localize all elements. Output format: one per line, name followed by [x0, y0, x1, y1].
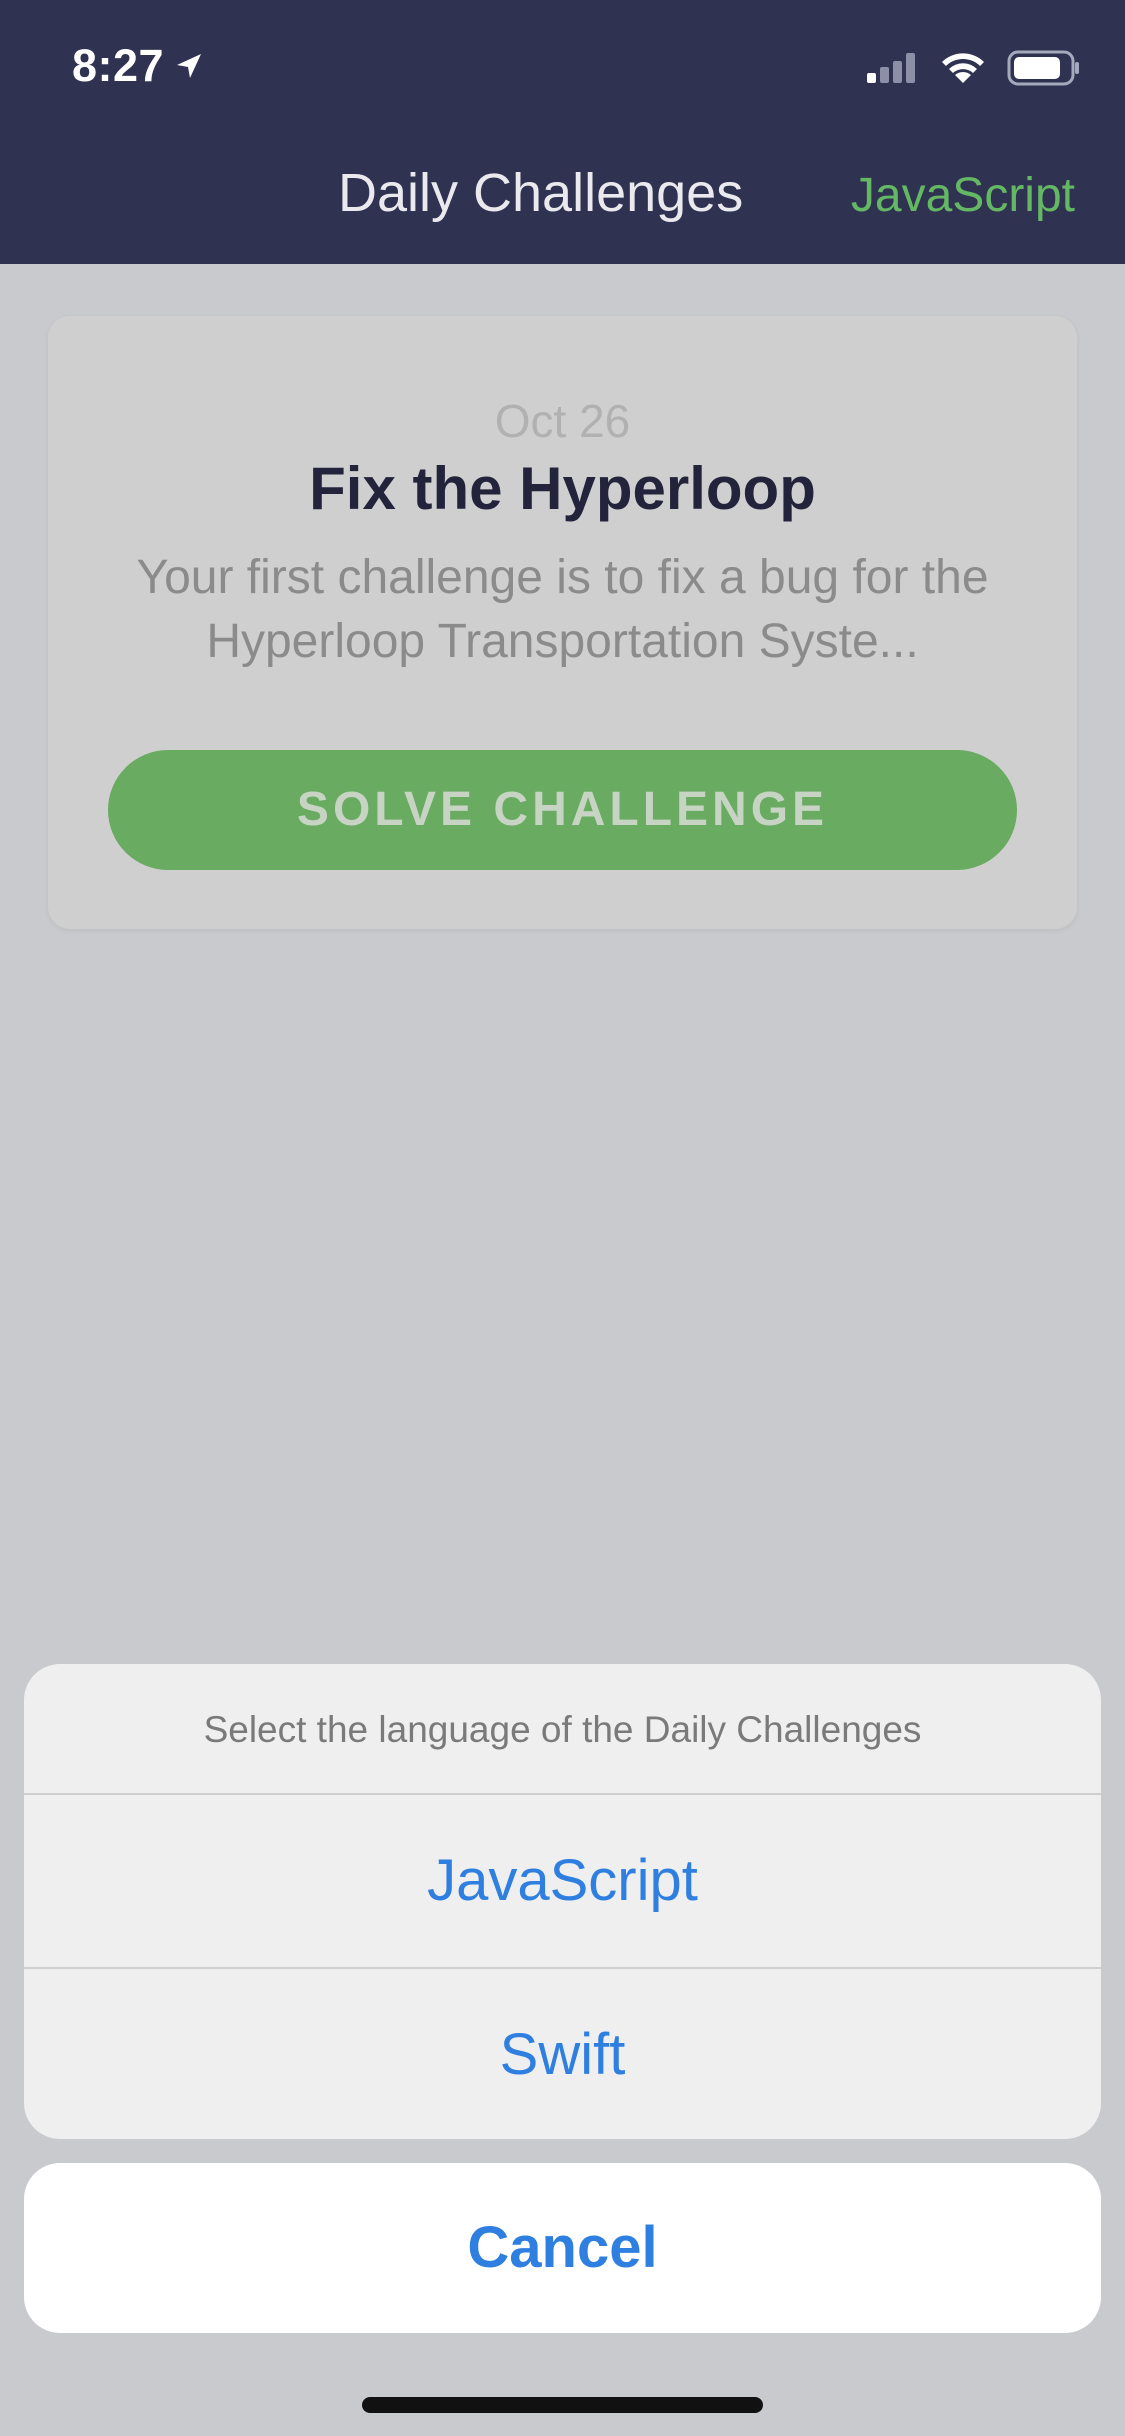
status-icons	[865, 50, 1081, 91]
home-indicator[interactable]	[362, 2397, 763, 2413]
solve-challenge-button[interactable]: SOLVE CHALLENGE	[108, 750, 1017, 870]
challenge-title: Fix the Hyperloop	[309, 455, 816, 522]
option-swift[interactable]: Swift	[24, 1967, 1101, 2139]
battery-icon	[1007, 50, 1081, 91]
challenge-date: Oct 26	[494, 395, 631, 447]
status-time: 8:27	[72, 40, 204, 92]
top-bar: 8:27 Daily Challenges JavaScript	[0, 0, 1125, 264]
challenge-card: Oct 26 Fix the Hyperloop Your first chal…	[48, 316, 1077, 929]
cancel-button[interactable]: Cancel	[24, 2163, 1101, 2333]
action-sheet-title: Select the language of the Daily Challen…	[24, 1664, 1101, 1795]
cellular-signal-icon	[865, 51, 919, 90]
language-selector-button[interactable]: JavaScript	[851, 168, 1075, 223]
time-text: 8:27	[72, 40, 165, 91]
wifi-icon	[939, 51, 987, 90]
language-action-sheet: Select the language of the Daily Challen…	[24, 1664, 1101, 2139]
option-javascript[interactable]: JavaScript	[24, 1795, 1101, 1967]
location-arrow-icon	[174, 40, 204, 92]
challenge-description: Your first challenge is to fix a bug for…	[136, 551, 989, 668]
page-title: Daily Challenges	[338, 163, 744, 223]
